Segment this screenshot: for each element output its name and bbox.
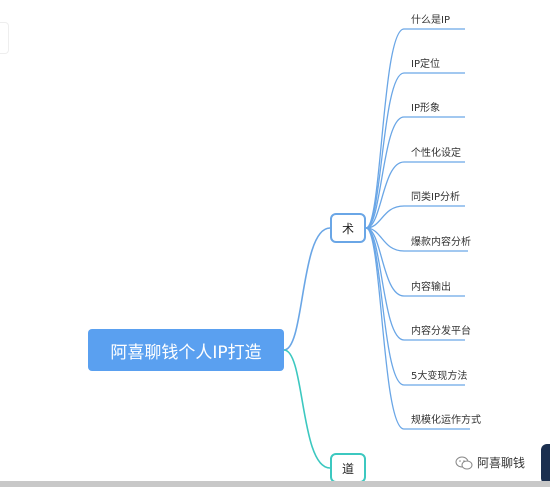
edge-root-shu [283,227,331,351]
root-label: 阿喜聊钱个人IP打造 [110,342,262,363]
watermark-text: 阿喜聊钱 [477,456,526,470]
branch-label-dao: 道 [341,461,354,476]
root-node[interactable]: 阿喜聊钱个人IP打造 [88,329,284,371]
leaf-node[interactable]: 内容输出 [411,278,451,293]
branch-node-shu[interactable]: 术 [330,213,366,243]
edge-root-dao [283,349,331,469]
leaf-node[interactable]: 个性化设定 [411,144,461,159]
leaf-node[interactable]: 爆款内容分析 [411,233,471,248]
branch-label-shu: 术 [341,221,354,236]
horizontal-scrollbar[interactable] [0,481,550,487]
edge-leaf-5 [365,205,465,229]
leaf-node[interactable]: 什么是IP [411,11,450,26]
watermark: 阿喜聊钱 [455,454,525,471]
edge-leaf-3 [365,116,465,229]
wechat-icon [455,456,473,469]
leaf-node[interactable]: 同类IP分析 [411,188,460,203]
leaf-node[interactable]: IP形象 [411,99,440,114]
leaf-node[interactable]: 规模化运作方式 [411,411,481,426]
leaf-node[interactable]: 内容分发平台 [411,322,471,337]
leaf-node[interactable]: 5大变现方法 [411,367,467,382]
mind-map-canvas: 阿喜聊钱个人IP打造 术 道 什么是IP IP定位 IP形象 个性化设定 同类I… [0,0,550,487]
branch-node-dao[interactable]: 道 [330,453,366,483]
leaf-node[interactable]: IP定位 [411,55,440,70]
corner-badge[interactable] [541,444,550,484]
